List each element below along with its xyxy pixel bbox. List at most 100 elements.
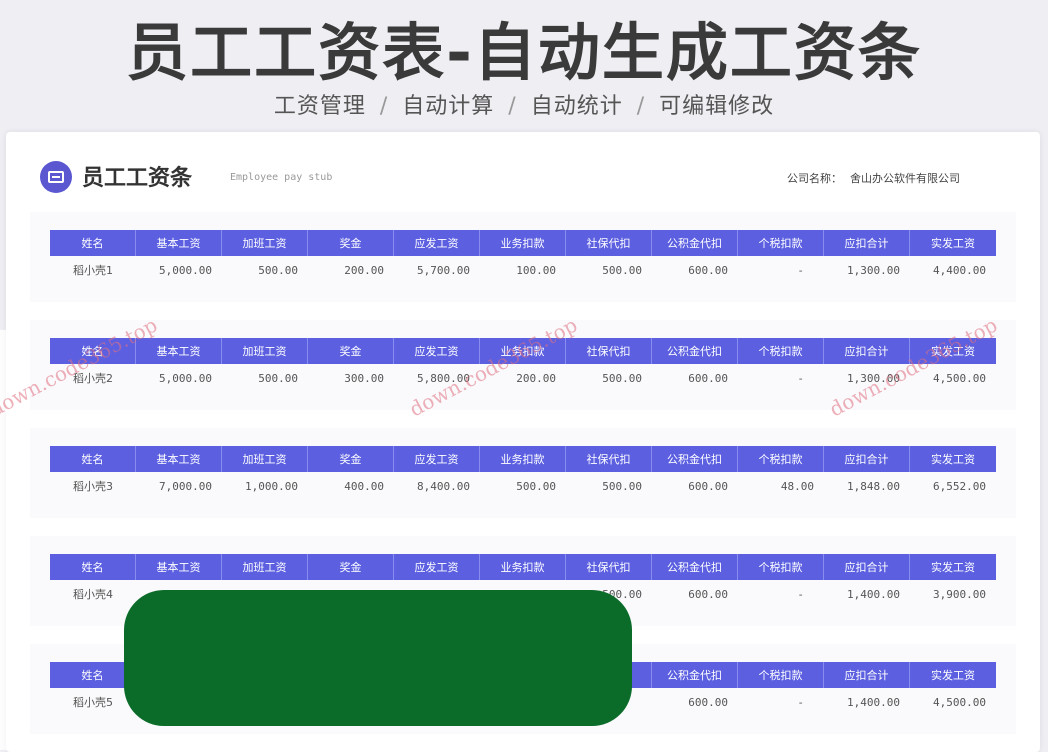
column-header: 业务扣款 — [480, 230, 566, 256]
hero-tagline: 工资管理 / 自动计算 / 自动统计 / 可编辑修改 — [0, 88, 1048, 120]
table-cell: 500.00 — [258, 263, 298, 277]
table-cell: 1,000.00 — [245, 479, 298, 493]
tag-1: 工资管理 — [273, 94, 366, 119]
table-cell: - — [797, 263, 804, 277]
column-header: 应扣合计 — [824, 230, 910, 256]
column-header: 公积金代扣 — [652, 230, 738, 256]
tag-separator: / — [379, 94, 389, 119]
table-row: 稻小壳1 5,000.00 500.00 200.00 5,700.00 100.00 50… — [50, 256, 996, 284]
paystub-table: 姓名基本工资加班工资奖金应发工资业务扣款社保代扣公积金代扣个税扣款应扣合计实发工… — [50, 446, 996, 500]
paystub-icon — [40, 161, 72, 193]
column-header: 实发工资 — [910, 554, 996, 580]
column-header: 奖金 — [308, 554, 394, 580]
table-cell: 500.00 — [258, 371, 298, 385]
column-header: 姓名 — [50, 230, 136, 256]
column-header: 应扣合计 — [824, 554, 910, 580]
column-header: 业务扣款 — [480, 446, 566, 472]
paystub-table: 姓名基本工资加班工资奖金应发工资业务扣款社保代扣公积金代扣个税扣款应扣合计实发工… — [50, 230, 996, 284]
hero-title: 员工工资表-自动生成工资条 — [126, 16, 922, 89]
table-cell: 600.00 — [688, 263, 728, 277]
table-cell: 5,700.00 — [417, 263, 470, 277]
company-name: 舍山办公软件有限公司 — [850, 172, 960, 185]
column-header: 应扣合计 — [824, 662, 910, 688]
table-cell: - — [797, 695, 804, 709]
column-header: 公积金代扣 — [652, 662, 738, 688]
redaction-block — [124, 590, 632, 726]
column-header: 加班工资 — [222, 230, 308, 256]
column-header: 社保代扣 — [566, 230, 652, 256]
paystub-3: 姓名 基本工资 加班工资 奖金 应发工资 业务扣款 社保代扣 公积金代扣 个税扣款 应扣合计 实发工… — [30, 428, 1016, 518]
table-cell: 6,552.00 — [933, 479, 986, 493]
employee-name: 稻小壳4 — [73, 588, 113, 601]
column-header: 公积金代扣 — [652, 338, 738, 364]
column-header: 应发工资 — [394, 230, 480, 256]
column-header: 姓名 — [50, 554, 136, 580]
table-cell: 600.00 — [688, 371, 728, 385]
employee-name: 稻小壳5 — [73, 696, 113, 709]
employee-name: 稻小壳1 — [73, 264, 113, 277]
table-cell: 48.00 — [780, 479, 814, 493]
table-cell: 500.00 — [602, 263, 642, 277]
column-header: 公积金代扣 — [652, 554, 738, 580]
table-cell: 500.00 — [516, 479, 556, 493]
company-label: 公司名称： — [787, 172, 842, 185]
column-header: 个税扣款 — [738, 338, 824, 364]
column-header: 姓名 — [50, 446, 136, 472]
table-cell: 1,400.00 — [847, 587, 900, 601]
column-header: 个税扣款 — [738, 554, 824, 580]
column-header: 公积金代扣 — [652, 446, 738, 472]
card-header: 员工工资条 Employee pay stub 公司名称： 舍山办公软件有限公司 — [40, 158, 1000, 194]
tag-3: 自动统计 — [530, 94, 623, 119]
column-header: 实发工资 — [910, 662, 996, 688]
employee-name: 稻小壳3 — [73, 480, 113, 493]
column-header: 业务扣款 — [480, 554, 566, 580]
column-header: 奖金 — [308, 338, 394, 364]
tag-2: 自动计算 — [402, 94, 495, 119]
column-header: 实发工资 — [910, 446, 996, 472]
column-header: 加班工资 — [222, 554, 308, 580]
column-header: 社保代扣 — [566, 446, 652, 472]
table-cell: 5,000.00 — [159, 371, 212, 385]
tag-4: 可编辑修改 — [659, 94, 775, 119]
table-cell: 100.00 — [516, 263, 556, 277]
card-subtitle: Employee pay stub — [230, 172, 333, 183]
header-row: 姓名基本工资加班工资奖金应发工资业务扣款社保代扣公积金代扣个税扣款应扣合计实发工… — [50, 554, 996, 580]
table-cell: 1,848.00 — [847, 479, 900, 493]
column-header: 基本工资 — [136, 554, 222, 580]
table-cell: 500.00 — [602, 371, 642, 385]
card-title: 员工工资条 — [82, 166, 193, 191]
table-cell: 4,400.00 — [933, 263, 986, 277]
column-header: 应发工资 — [394, 338, 480, 364]
column-header: 基本工资 — [136, 338, 222, 364]
column-header: 应发工资 — [394, 554, 480, 580]
tag-separator: / — [508, 94, 517, 119]
table-row: 稻小壳3 7,000.00 1,000.00 400.00 8,400.00 500.00… — [50, 472, 996, 500]
column-header: 社保代扣 — [566, 554, 652, 580]
column-header: 奖金 — [308, 230, 394, 256]
column-header: 个税扣款 — [738, 230, 824, 256]
table-cell: 4,500.00 — [933, 695, 986, 709]
column-header: 奖金 — [308, 446, 394, 472]
header-row: 姓名基本工资加班工资奖金应发工资业务扣款社保代扣公积金代扣个税扣款应扣合计实发工… — [50, 230, 996, 256]
table-cell: 7,000.00 — [159, 479, 212, 493]
table-cell: 5,000.00 — [159, 263, 212, 277]
paystub-1: 姓名 基本工资 加班工资 奖金 应发工资 业务扣款 社保代扣 公积金代扣 个税扣款 应扣合计 实发工… — [30, 212, 1016, 302]
column-header: 个税扣款 — [738, 662, 824, 688]
table-cell: 600.00 — [688, 587, 728, 601]
column-header: 加班工资 — [222, 446, 308, 472]
column-header: 社保代扣 — [566, 338, 652, 364]
tag-separator: / — [636, 94, 646, 119]
table-cell: - — [797, 371, 804, 385]
table-cell: 500.00 — [602, 479, 642, 493]
table-cell: 200.00 — [344, 263, 384, 277]
table-cell: 1,400.00 — [847, 695, 900, 709]
table-cell: - — [797, 587, 804, 601]
table-cell: 600.00 — [688, 695, 728, 709]
column-header: 应扣合计 — [824, 446, 910, 472]
table-cell: 3,900.00 — [933, 587, 986, 601]
table-cell: 300.00 — [344, 371, 384, 385]
column-header: 应扣合计 — [824, 338, 910, 364]
column-header: 个税扣款 — [738, 446, 824, 472]
table-cell: 600.00 — [688, 479, 728, 493]
table-cell: 400.00 — [344, 479, 384, 493]
